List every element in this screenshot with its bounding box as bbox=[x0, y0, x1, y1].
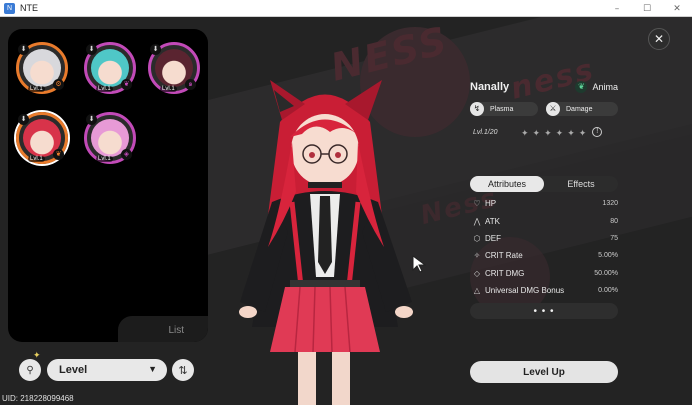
filter-button[interactable]: ⚲ bbox=[19, 359, 41, 381]
card-level: Lvl.1 bbox=[28, 156, 45, 162]
stat-value: 80 bbox=[610, 217, 618, 225]
card-level: Lvl.1 bbox=[96, 86, 113, 92]
mouse-cursor-icon bbox=[412, 255, 426, 273]
user-id: UID: 218228099468 bbox=[2, 394, 74, 403]
close-window-button[interactable]: ✕ bbox=[662, 0, 692, 17]
filter-icon: ⚲ bbox=[26, 364, 34, 376]
tab-effects[interactable]: Effects bbox=[544, 176, 618, 192]
download-icon: ⬇ bbox=[150, 44, 161, 55]
window-title: NTE bbox=[20, 3, 38, 13]
stat-row: ♡ HP 1320 bbox=[472, 195, 618, 212]
dmg-bonus-icon: △ bbox=[473, 286, 481, 296]
stat-name: CRIT DMG bbox=[485, 268, 525, 278]
download-icon: ⬇ bbox=[18, 114, 29, 125]
card-level: Lvl.1 bbox=[28, 86, 45, 92]
info-tabs: Attributes Effects bbox=[470, 176, 618, 192]
attribute-type: ❦ Anima bbox=[575, 81, 618, 93]
window-titlebar: N NTE – ☐ ✕ bbox=[0, 0, 692, 17]
tag-plasma: ↯ Plasma bbox=[470, 102, 538, 116]
star-icon: ✦ bbox=[578, 128, 587, 138]
star-icon: ✦ bbox=[532, 128, 541, 138]
more-details-button[interactable]: • • • bbox=[470, 303, 618, 319]
maximize-button[interactable]: ☐ bbox=[632, 0, 662, 17]
leaf-element-icon: ❦ bbox=[53, 149, 64, 160]
download-icon: ⬇ bbox=[86, 44, 97, 55]
card-level: Lvl.1 bbox=[96, 156, 113, 162]
stat-row: ✧ CRIT Rate 5.00% bbox=[472, 247, 618, 264]
stats-list: ♡ HP 1320 ⋀ ATK 80 ⬡ DEF 75 ✧ CRIT Rate 5.00% ◇ CRIT … bbox=[472, 195, 618, 299]
shield-icon: ⬡ bbox=[473, 233, 481, 243]
sort-dropdown[interactable]: Level ▼ bbox=[47, 359, 167, 381]
stat-row: ⋀ ATK 80 bbox=[472, 212, 618, 229]
drop-element-icon: ◈ bbox=[121, 149, 132, 160]
stat-value: 75 bbox=[610, 234, 618, 242]
crit-rate-icon: ✧ bbox=[473, 251, 481, 261]
gear-element-icon: ⚙ bbox=[53, 79, 64, 90]
roster-character-card[interactable]: ⬇ Lvl.1 ❦ bbox=[84, 42, 136, 94]
level-progress: Lvl.1/20 bbox=[473, 128, 498, 136]
roster-character-card[interactable]: ⬇ Lvl.1 ๑ bbox=[148, 42, 200, 94]
roster-character-card[interactable]: ⬇ Lvl.1 ⚙ bbox=[16, 42, 68, 94]
plasma-icon: ↯ bbox=[470, 102, 484, 116]
close-button[interactable]: ✕ bbox=[648, 28, 670, 50]
list-view-label[interactable]: List bbox=[168, 325, 184, 336]
level-row: Lvl.1/20 ✦ ✦ ✦ ✦ ✦ ✦ ! bbox=[473, 126, 618, 138]
tab-attributes[interactable]: Attributes bbox=[470, 176, 544, 192]
sort-dropdown-value: Level bbox=[59, 364, 88, 376]
character-info-panel: Nanally ❦ Anima ↯ Plasma ⚔ Damage Lvl.1/… bbox=[470, 81, 618, 331]
sort-order-icon: ⇅ bbox=[178, 364, 188, 377]
stat-row: ⬡ DEF 75 bbox=[472, 230, 619, 247]
download-icon: ⬇ bbox=[86, 114, 97, 125]
info-icon[interactable]: ! bbox=[592, 127, 603, 137]
stat-value: 0.00% bbox=[598, 287, 618, 295]
stat-name: HP bbox=[485, 199, 497, 209]
stat-value: 1320 bbox=[602, 200, 618, 208]
download-icon: ⬇ bbox=[18, 44, 29, 55]
window-controls: – ☐ ✕ bbox=[602, 0, 692, 17]
anima-icon: ❦ bbox=[575, 81, 588, 93]
atk-icon: ⋀ bbox=[473, 216, 481, 226]
close-icon: ✕ bbox=[653, 32, 665, 46]
tag-label: Plasma bbox=[490, 105, 514, 113]
stat-name: Universal DMG Bonus bbox=[485, 286, 565, 296]
ascension-stars: ✦ ✦ ✦ ✦ ✦ ✦ bbox=[521, 123, 590, 141]
spiral-element-icon: ๑ bbox=[185, 79, 196, 90]
star-icon: ✦ bbox=[555, 128, 564, 138]
character-tags: ↯ Plasma ⚔ Damage bbox=[470, 102, 618, 116]
crit-dmg-icon: ◇ bbox=[473, 268, 481, 278]
tag-label: Damage bbox=[566, 105, 593, 113]
list-toggle-area[interactable] bbox=[118, 316, 208, 342]
attribute-label: Anima bbox=[592, 82, 618, 92]
game-viewport: NESS ness Ness List ⬇ Lvl.1 ⚙ ⬇ Lvl.1 ❦ ⬇ Lvl.1… bbox=[0, 17, 692, 405]
star-icon: ✦ bbox=[567, 128, 575, 138]
chevron-down-icon: ▼ bbox=[148, 364, 157, 374]
damage-icon: ⚔ bbox=[546, 102, 560, 116]
sort-order-button[interactable]: ⇅ bbox=[172, 359, 194, 381]
heart-icon: ♡ bbox=[473, 199, 481, 209]
stat-value: 5.00% bbox=[598, 252, 618, 260]
stat-name: ATK bbox=[485, 216, 500, 226]
leaf-element-icon: ❦ bbox=[121, 79, 132, 90]
level-up-button[interactable]: Level Up bbox=[470, 361, 618, 383]
card-level: Lvl.1 bbox=[160, 86, 177, 92]
stat-row: ◇ CRIT DMG 50.00% bbox=[472, 265, 618, 282]
roster-character-card[interactable]: ⬇ Lvl.1 ◈ bbox=[84, 112, 136, 164]
stat-row: △ Universal DMG Bonus 0.00% bbox=[472, 282, 618, 299]
star-icon: ✦ bbox=[521, 128, 529, 138]
stat-value: 50.00% bbox=[594, 269, 618, 277]
stat-name: CRIT Rate bbox=[485, 251, 523, 261]
star-icon: ✦ bbox=[544, 128, 552, 138]
minimize-button[interactable]: – bbox=[602, 0, 632, 17]
stat-name: DEF bbox=[485, 233, 501, 243]
tag-damage: ⚔ Damage bbox=[546, 102, 618, 116]
roster-character-card[interactable]: ⬇ Lvl.1 ❦ bbox=[16, 112, 68, 164]
character-model bbox=[239, 80, 413, 405]
app-logo-icon: N bbox=[4, 2, 15, 14]
